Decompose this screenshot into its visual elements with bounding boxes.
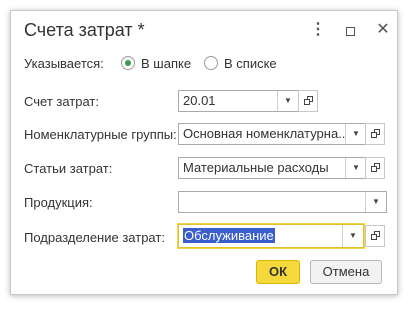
- account-field[interactable]: 20.01 ▼: [178, 90, 299, 112]
- cost-items-open-icon[interactable]: [365, 157, 385, 179]
- cost-items-field[interactable]: Материальные расходы ▼: [178, 157, 367, 179]
- department-value: Обслуживание: [183, 228, 275, 243]
- department-label: Подразделение затрат:: [24, 230, 165, 245]
- cost-items-value: Материальные расходы: [183, 160, 329, 175]
- placement-label: Указывается:: [24, 56, 104, 71]
- department-field[interactable]: Обслуживание ▼: [178, 224, 364, 248]
- account-open-icon[interactable]: [298, 90, 318, 112]
- more-options-icon[interactable]: ⋮: [309, 21, 327, 39]
- cancel-button[interactable]: Отмена: [310, 260, 382, 284]
- nomenclature-groups-open-icon[interactable]: [365, 123, 385, 145]
- cost-accounts-dialog: Счета затрат * ⋮ ✕ Указывается: В шапке …: [10, 10, 398, 295]
- products-dropdown-icon[interactable]: ▼: [365, 192, 386, 212]
- products-label: Продукция:: [24, 195, 93, 210]
- dialog-title: Счета затрат *: [24, 20, 145, 40]
- department-dropdown-icon[interactable]: ▼: [342, 225, 363, 247]
- nomenclature-groups-dropdown-icon[interactable]: ▼: [345, 124, 366, 144]
- nomenclature-groups-label: Номенклатурные группы:: [24, 127, 177, 142]
- maximize-icon[interactable]: [341, 21, 359, 39]
- radio-header[interactable]: [121, 56, 135, 70]
- close-icon[interactable]: ✕: [374, 21, 392, 39]
- radio-list-label[interactable]: В списке: [224, 55, 277, 73]
- account-dropdown-icon[interactable]: ▼: [277, 91, 298, 111]
- cost-items-label: Статьи затрат:: [24, 161, 113, 176]
- cost-items-dropdown-icon[interactable]: ▼: [345, 158, 366, 178]
- department-open-icon[interactable]: [365, 225, 385, 247]
- nomenclature-groups-field[interactable]: Основная номенклатурна... ▼: [178, 123, 367, 145]
- nomenclature-groups-value: Основная номенклатурна...: [183, 126, 347, 141]
- ok-button[interactable]: ОК: [256, 260, 300, 284]
- products-field[interactable]: ▼: [178, 191, 387, 213]
- radio-list[interactable]: [204, 56, 218, 70]
- radio-header-label[interactable]: В шапке: [141, 55, 191, 73]
- account-label: Счет затрат:: [24, 94, 99, 109]
